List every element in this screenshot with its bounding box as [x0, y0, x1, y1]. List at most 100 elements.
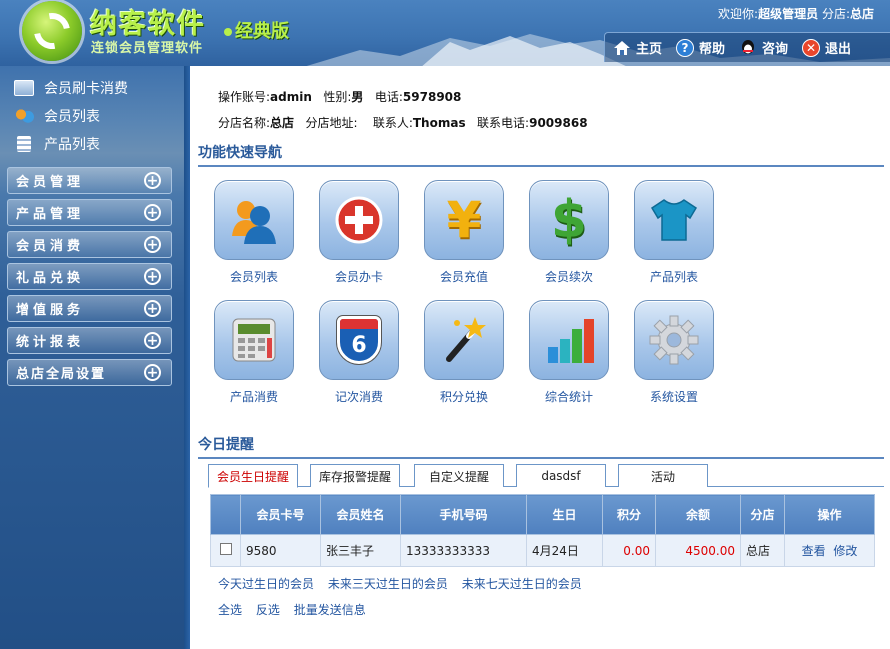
tile-label: 积分兑换	[439, 390, 488, 404]
help-icon: ?	[676, 38, 695, 57]
yen-icon: ¥	[424, 180, 504, 260]
filter-today-link[interactable]: 今天过生日的会员	[218, 577, 314, 591]
bulk-action-links: 全选 反选 批量发送信息	[218, 601, 376, 618]
users-icon	[14, 108, 34, 124]
expand-plus-icon: +	[144, 268, 161, 285]
sidebar-link-product-list[interactable]: 产品列表	[14, 134, 100, 154]
tab-activity[interactable]: 活动	[618, 464, 708, 487]
col-mobile: 手机号码	[400, 494, 527, 535]
cell-birthday: 4月24日	[526, 534, 603, 567]
filter-7days-link[interactable]: 未来七天过生日的会员	[462, 577, 582, 591]
cell-name: 张三丰子	[320, 534, 401, 567]
menu-member-consume[interactable]: 会员消费 +	[7, 231, 172, 258]
tile-member-renew[interactable]: $ 会员续次	[528, 180, 610, 285]
expand-plus-icon: +	[144, 236, 161, 253]
view-link[interactable]: 查看	[802, 544, 826, 558]
tab-stock-alert[interactable]: 库存报警提醒	[310, 464, 400, 487]
col-balance: 余额	[655, 494, 741, 535]
tile-member-list[interactable]: 会员列表	[213, 180, 295, 285]
tile-statistics[interactable]: 综合统计	[528, 300, 610, 405]
expand-plus-icon: +	[144, 300, 161, 317]
address-label: 分店地址:	[305, 116, 358, 130]
tile-count-consume[interactable]: 6 记次消费	[318, 300, 400, 405]
branch-value: 总店	[270, 116, 295, 130]
logo-subtitle: 连锁会员管理软件	[91, 41, 204, 56]
menu-reports[interactable]: 统计报表 +	[7, 327, 172, 354]
tile-label: 会员续次	[544, 270, 593, 284]
phone-label: 电话:	[374, 90, 403, 104]
branch-label: 分店名称:	[218, 116, 271, 130]
menu-member-management[interactable]: 会员管理 +	[7, 167, 172, 194]
expand-plus-icon: +	[144, 332, 161, 349]
birthday-filter-links: 今天过生日的会员 未来三天过生日的会员 未来七天过生日的会员	[218, 575, 592, 592]
row-checkbox[interactable]	[219, 543, 232, 555]
select-all-link[interactable]: 全选	[218, 603, 242, 617]
edit-link[interactable]: 修改	[833, 544, 857, 558]
cell-mobile: 13333333333	[400, 534, 527, 567]
expand-plus-icon: +	[144, 204, 161, 221]
bulk-send-link[interactable]: 批量发送信息	[294, 603, 366, 617]
app-header: 纳客软件 经典版 连锁会员管理软件 欢迎你:超级管理员 分店:总店 主页 ? 帮助…	[0, 0, 890, 66]
tile-label: 会员列表	[229, 270, 278, 284]
nav-logout[interactable]: ✕ 退出	[802, 38, 851, 57]
logo-edition: 经典版	[224, 17, 289, 43]
row-select-cell	[210, 534, 241, 567]
tab-custom[interactable]: 自定义提醒	[414, 464, 504, 487]
tab-dasdsf[interactable]: dasdsf	[516, 464, 606, 487]
col-name: 会员姓名	[320, 494, 401, 535]
col-birthday: 生日	[526, 494, 603, 535]
add-card-icon	[319, 180, 399, 260]
col-branch: 分店	[740, 494, 785, 535]
menu-gift-exchange[interactable]: 礼品兑换 +	[7, 263, 172, 290]
expand-plus-icon: +	[144, 364, 161, 381]
dollar-glyph: $	[550, 190, 588, 250]
logo-mark	[22, 1, 82, 61]
exit-icon: ✕	[802, 38, 821, 57]
tile-member-recharge[interactable]: ¥ 会员充值	[423, 180, 505, 285]
sidebar-link-member-list[interactable]: 会员列表	[14, 106, 100, 126]
gender-label: 性别:	[323, 90, 352, 104]
sidebar-link-card-consume[interactable]: 会员刷卡消费	[14, 78, 128, 98]
col-actions: 操作	[784, 494, 875, 535]
tab-birthday[interactable]: 会员生日提醒	[208, 464, 298, 488]
nav-consult[interactable]: 咨询	[739, 38, 788, 57]
col-select	[210, 494, 241, 535]
members-icon	[214, 180, 294, 260]
cell-actions: 查看 修改	[784, 534, 875, 567]
tile-label: 系统设置	[649, 390, 698, 404]
tile-label: 会员办卡	[334, 270, 383, 284]
sidebar: 会员刷卡消费 会员列表 产品列表 会员管理 + 产品管理 + 会员消费 + 礼品兑换 +…	[0, 66, 184, 649]
tshirt-icon	[634, 180, 714, 260]
tile-label: 会员充值	[439, 270, 488, 284]
tile-system-settings[interactable]: 系统设置	[633, 300, 715, 405]
nav-help[interactable]: ? 帮助	[676, 38, 725, 57]
qq-chat-icon	[739, 39, 757, 57]
section-title-quicknav: 功能快速导航	[198, 142, 884, 167]
tile-product-consume[interactable]: 产品消费	[213, 300, 295, 405]
gear-icon	[634, 300, 714, 380]
cell-points: 0.00	[602, 534, 656, 567]
phone-value: 5978908	[402, 90, 462, 104]
yen-glyph: ¥	[446, 191, 482, 249]
account-label: 操作账号:	[218, 90, 271, 104]
menu-global-settings[interactable]: 总店全局设置 +	[7, 359, 172, 386]
menu-product-management[interactable]: 产品管理 +	[7, 199, 172, 226]
tile-points-exchange[interactable]: 积分兑换	[423, 300, 505, 405]
filter-3days-link[interactable]: 未来三天过生日的会员	[328, 577, 448, 591]
invert-select-link[interactable]: 反选	[256, 603, 280, 617]
expand-plus-icon: +	[144, 172, 161, 189]
tile-product-list[interactable]: 产品列表	[633, 180, 715, 285]
reminder-tabs: 会员生日提醒 库存报警提醒 自定义提醒 dasdsf 活动	[208, 464, 884, 488]
magic-wand-icon	[424, 300, 504, 380]
tile-member-card[interactable]: 会员办卡	[318, 180, 400, 285]
gender-value: 男	[351, 90, 364, 104]
route-sign-number: 6	[351, 333, 367, 358]
nav-home[interactable]: 主页	[613, 38, 662, 57]
tile-label: 产品消费	[229, 390, 278, 404]
account-value: admin	[270, 90, 312, 104]
menu-value-added[interactable]: 增值服务 +	[7, 295, 172, 322]
card-icon	[14, 80, 34, 96]
col-card-no: 会员卡号	[240, 494, 321, 535]
welcome-text: 欢迎你:超级管理员 分店:总店	[718, 7, 874, 21]
tile-label: 产品列表	[649, 270, 698, 284]
